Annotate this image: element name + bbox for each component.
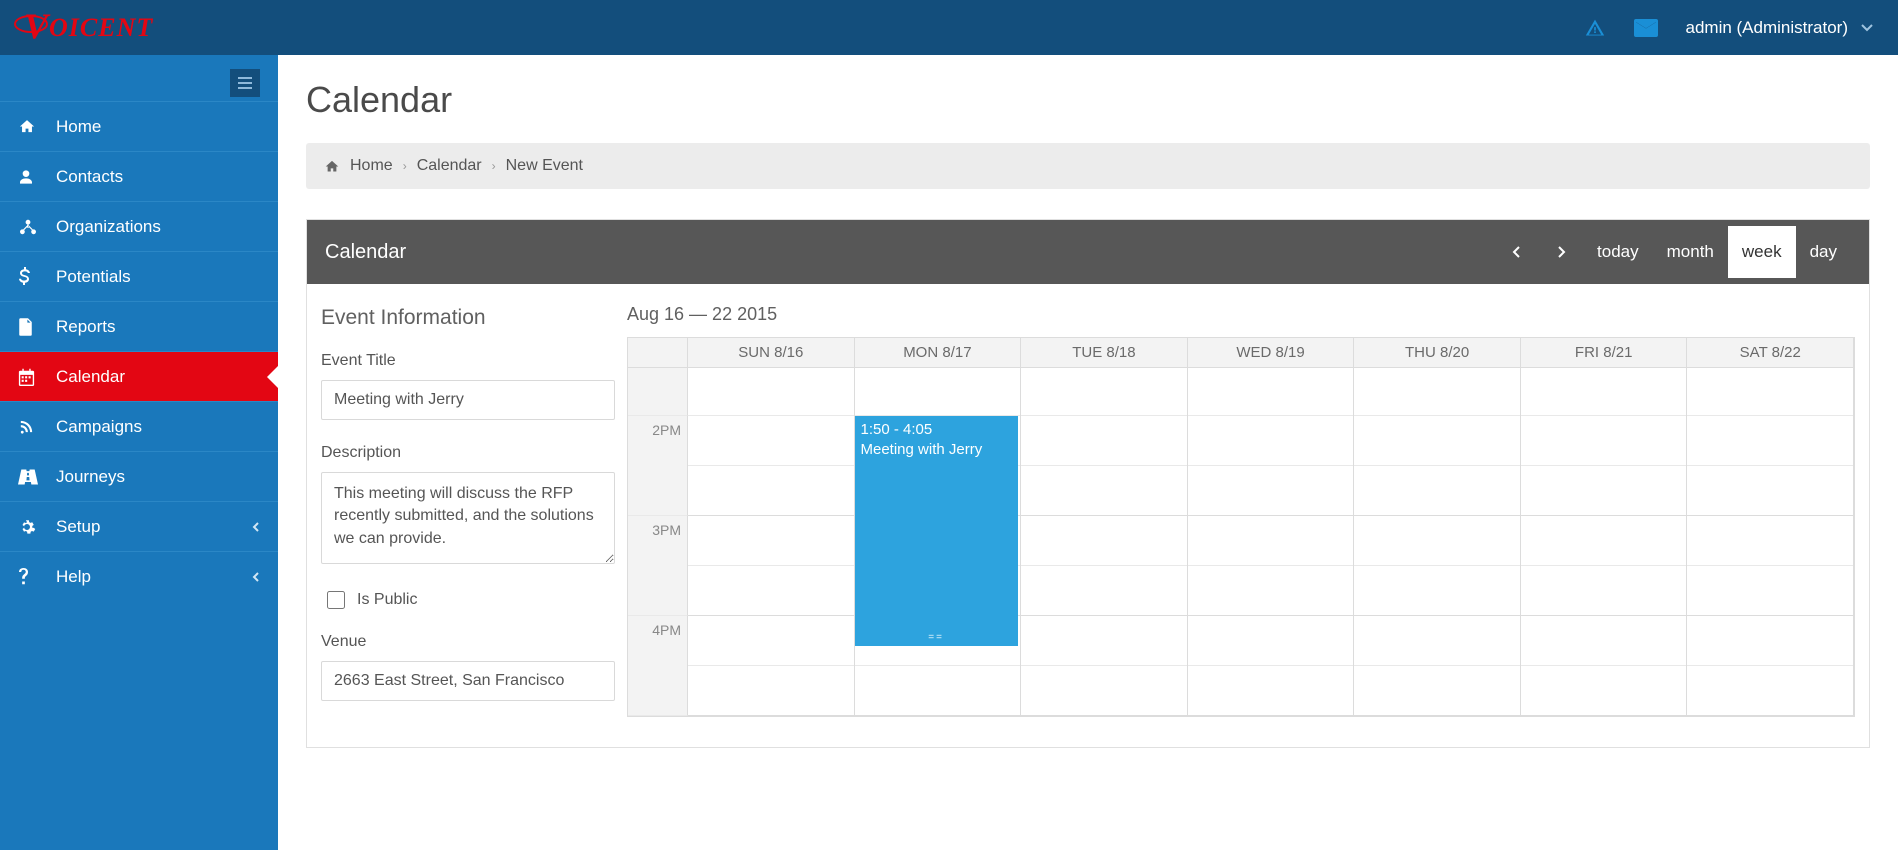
sidebar-item-reports[interactable]: Reports	[0, 301, 278, 351]
is-public-label: Is Public	[357, 591, 417, 609]
description-label: Description	[321, 444, 615, 462]
sidebar-item-label: Potentials	[56, 267, 131, 287]
breadcrumb-new-event[interactable]: New Event	[506, 157, 583, 175]
calendar-icon	[18, 368, 42, 386]
calendar-event[interactable]: 1:50 - 4:05 Meeting with Jerry ==	[855, 416, 1018, 646]
dollar-icon	[18, 267, 42, 287]
sidebar-item-campaigns[interactable]: Campaigns	[0, 401, 278, 451]
event-form: Event Information Event Title Descriptio…	[307, 284, 623, 747]
event-title-label: Event Title	[321, 352, 615, 370]
sidebar-item-home[interactable]: Home	[0, 101, 278, 151]
day-column[interactable]	[1521, 368, 1688, 716]
road-icon	[18, 469, 42, 485]
chevron-left-icon	[252, 571, 260, 583]
main-content: Calendar Home › Calendar › New Event Cal…	[278, 55, 1898, 850]
is-public-checkbox[interactable]	[327, 591, 345, 609]
user-menu[interactable]: admin (Administrator)	[1686, 18, 1875, 38]
day-header[interactable]: FRI 8/21	[1521, 338, 1688, 367]
day-header[interactable]: SUN 8/16	[688, 338, 855, 367]
calendar-panel: Calendar today month week day	[306, 219, 1870, 748]
gear-icon	[18, 518, 42, 536]
sidebar-item-organizations[interactable]: Organizations	[0, 201, 278, 251]
header-right: admin (Administrator)	[1584, 18, 1875, 38]
home-icon	[324, 159, 340, 174]
event-time: 1:50 - 4:05	[861, 421, 933, 438]
user-label: admin (Administrator)	[1686, 18, 1849, 38]
venue-label: Venue	[321, 633, 615, 651]
sidebar-item-label: Setup	[56, 517, 100, 537]
day-column[interactable]	[1021, 368, 1188, 716]
sidebar-item-label: Calendar	[56, 367, 125, 387]
description-input[interactable]	[321, 472, 615, 564]
calendar-panel-header: Calendar today month week day	[307, 220, 1869, 284]
file-icon	[18, 318, 42, 336]
breadcrumb-sep-icon: ›	[403, 159, 407, 173]
top-header: VVOICENTOICENT admin (Administrator)	[0, 0, 1898, 55]
sidebar-item-setup[interactable]: Setup	[0, 501, 278, 551]
sidebar-item-help[interactable]: Help	[0, 551, 278, 601]
day-header[interactable]: TUE 8/18	[1021, 338, 1188, 367]
day-column[interactable]	[1188, 368, 1355, 716]
sidebar-item-calendar[interactable]: Calendar	[0, 351, 278, 401]
event-title: Meeting with Jerry	[861, 441, 983, 458]
calendar-panel-title: Calendar	[325, 241, 406, 264]
day-column[interactable]	[1354, 368, 1521, 716]
sidebar-item-label: Journeys	[56, 467, 125, 487]
day-header[interactable]: SAT 8/22	[1687, 338, 1854, 367]
sidebar-item-contacts[interactable]: Contacts	[0, 151, 278, 201]
calendar-grid: SUN 8/16MON 8/17TUE 8/18WED 8/19THU 8/20…	[627, 337, 1855, 717]
brand-logo[interactable]: VVOICENTOICENT	[0, 7, 153, 49]
time-label: 2PM	[628, 416, 688, 516]
week-view-button[interactable]: week	[1728, 226, 1796, 278]
month-view-button[interactable]: month	[1653, 226, 1728, 278]
sidebar-item-label: Organizations	[56, 217, 161, 237]
alert-icon[interactable]	[1584, 18, 1606, 38]
drag-handle-icon[interactable]: ==	[928, 631, 944, 645]
next-button[interactable]	[1539, 234, 1583, 270]
calendar-controls: today month week day	[1495, 234, 1851, 270]
breadcrumb: Home › Calendar › New Event	[306, 143, 1870, 189]
page-title: Calendar	[306, 79, 1870, 121]
event-title-input[interactable]	[321, 380, 615, 420]
day-header[interactable]: WED 8/19	[1188, 338, 1355, 367]
breadcrumb-calendar[interactable]: Calendar	[417, 157, 482, 175]
question-icon	[18, 568, 42, 586]
day-header[interactable]: MON 8/17	[855, 338, 1022, 367]
home-icon	[18, 118, 42, 135]
sidebar-item-label: Campaigns	[56, 417, 142, 437]
today-button[interactable]: today	[1583, 226, 1653, 278]
mail-icon[interactable]	[1634, 19, 1658, 37]
user-icon	[18, 168, 42, 186]
day-header[interactable]: THU 8/20	[1354, 338, 1521, 367]
time-label: 3PM	[628, 516, 688, 616]
venue-input[interactable]	[321, 661, 615, 701]
sidebar-item-label: Reports	[56, 317, 116, 337]
sidebar-item-label: Home	[56, 117, 101, 137]
sidebar-toggle-button[interactable]	[230, 69, 260, 97]
chevron-left-icon	[252, 521, 260, 533]
sidebar-item-label: Help	[56, 567, 91, 587]
breadcrumb-home[interactable]: Home	[350, 157, 393, 175]
breadcrumb-sep-icon: ›	[492, 159, 496, 173]
date-range-label: Aug 16 — 22 2015	[627, 304, 1855, 325]
org-icon	[18, 219, 42, 235]
sidebar-item-journeys[interactable]: Journeys	[0, 451, 278, 501]
day-column[interactable]	[688, 368, 855, 716]
rss-icon	[18, 418, 42, 435]
event-info-title: Event Information	[321, 306, 615, 330]
time-label: 4PM	[628, 616, 688, 716]
day-view-button[interactable]: day	[1796, 226, 1851, 278]
sidebar-item-label: Contacts	[56, 167, 123, 187]
sidebar-item-potentials[interactable]: Potentials	[0, 251, 278, 301]
day-column[interactable]	[1687, 368, 1854, 716]
chevron-down-icon	[1860, 23, 1874, 33]
calendar-area: Aug 16 — 22 2015 SUN 8/16MON 8/17TUE 8/1…	[623, 284, 1869, 747]
prev-button[interactable]	[1495, 234, 1539, 270]
sidebar: Home Contacts Organizations Potentials Repor…	[0, 55, 278, 850]
